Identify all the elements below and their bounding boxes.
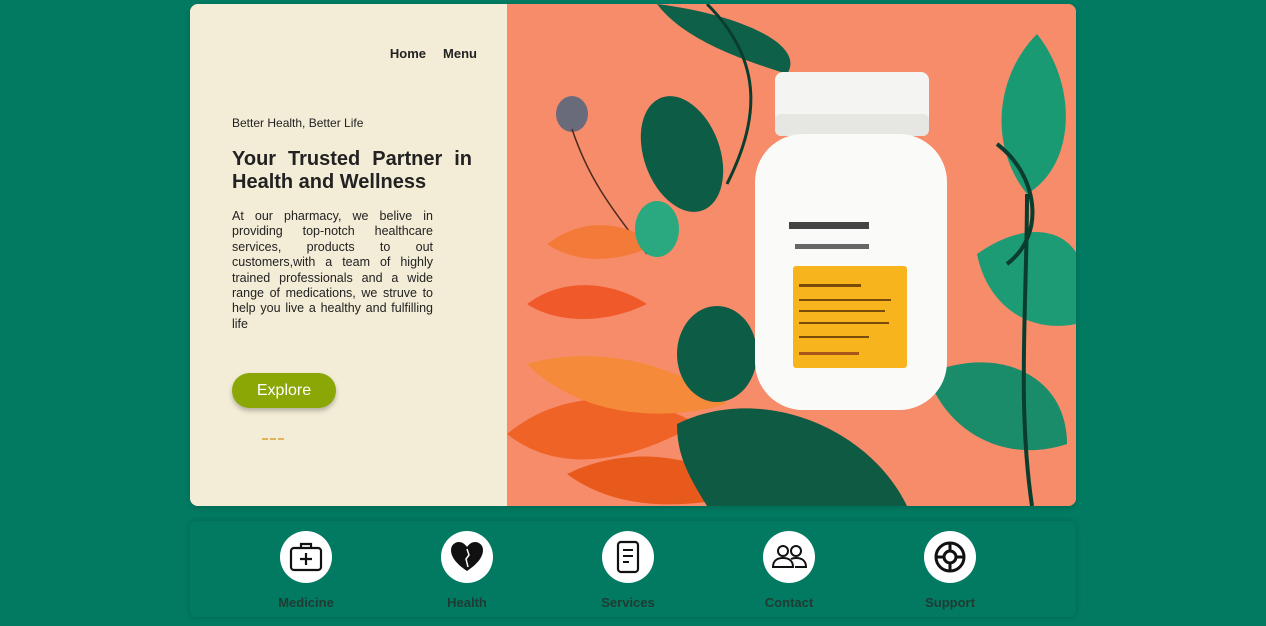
nav-menu-link[interactable]: Menu	[443, 46, 477, 61]
feature-label-health: Health	[447, 595, 487, 610]
feature-label-support: Support	[925, 595, 975, 610]
top-nav: Home Menu	[390, 46, 477, 61]
people-icon	[763, 531, 815, 583]
feature-medicine[interactable]: Medicine	[256, 531, 356, 610]
feature-contact[interactable]: Contact	[739, 531, 839, 610]
hero-tagline: Better Health, Better Life	[232, 116, 364, 130]
lifebuoy-icon	[924, 531, 976, 583]
feature-support[interactable]: Support	[900, 531, 1000, 610]
decorative-dashes	[262, 438, 284, 442]
nav-home-link[interactable]: Home	[390, 46, 426, 61]
feature-services[interactable]: Services	[578, 531, 678, 610]
explore-button[interactable]: Explore	[232, 373, 336, 408]
feature-label-medicine: Medicine	[278, 595, 334, 610]
hero-image	[507, 4, 1076, 506]
heart-icon	[441, 531, 493, 583]
hero-description: At our pharmacy, we belive in providing …	[232, 209, 433, 331]
hero-title: Your Trusted Partner in Health and Welln…	[232, 148, 472, 193]
feature-bar: Medicine Health Services Contact Support	[190, 521, 1076, 617]
feature-label-contact: Contact	[764, 595, 814, 610]
document-icon	[602, 531, 654, 583]
hero-card: Home Menu Better Health, Better Life You…	[190, 4, 1076, 506]
hero-text-panel: Home Menu Better Health, Better Life You…	[190, 4, 507, 506]
medicine-bottle-illustration	[507, 4, 1076, 506]
feature-label-services: Services	[601, 595, 655, 610]
feature-health[interactable]: Health	[417, 531, 517, 610]
medical-kit-icon	[280, 531, 332, 583]
